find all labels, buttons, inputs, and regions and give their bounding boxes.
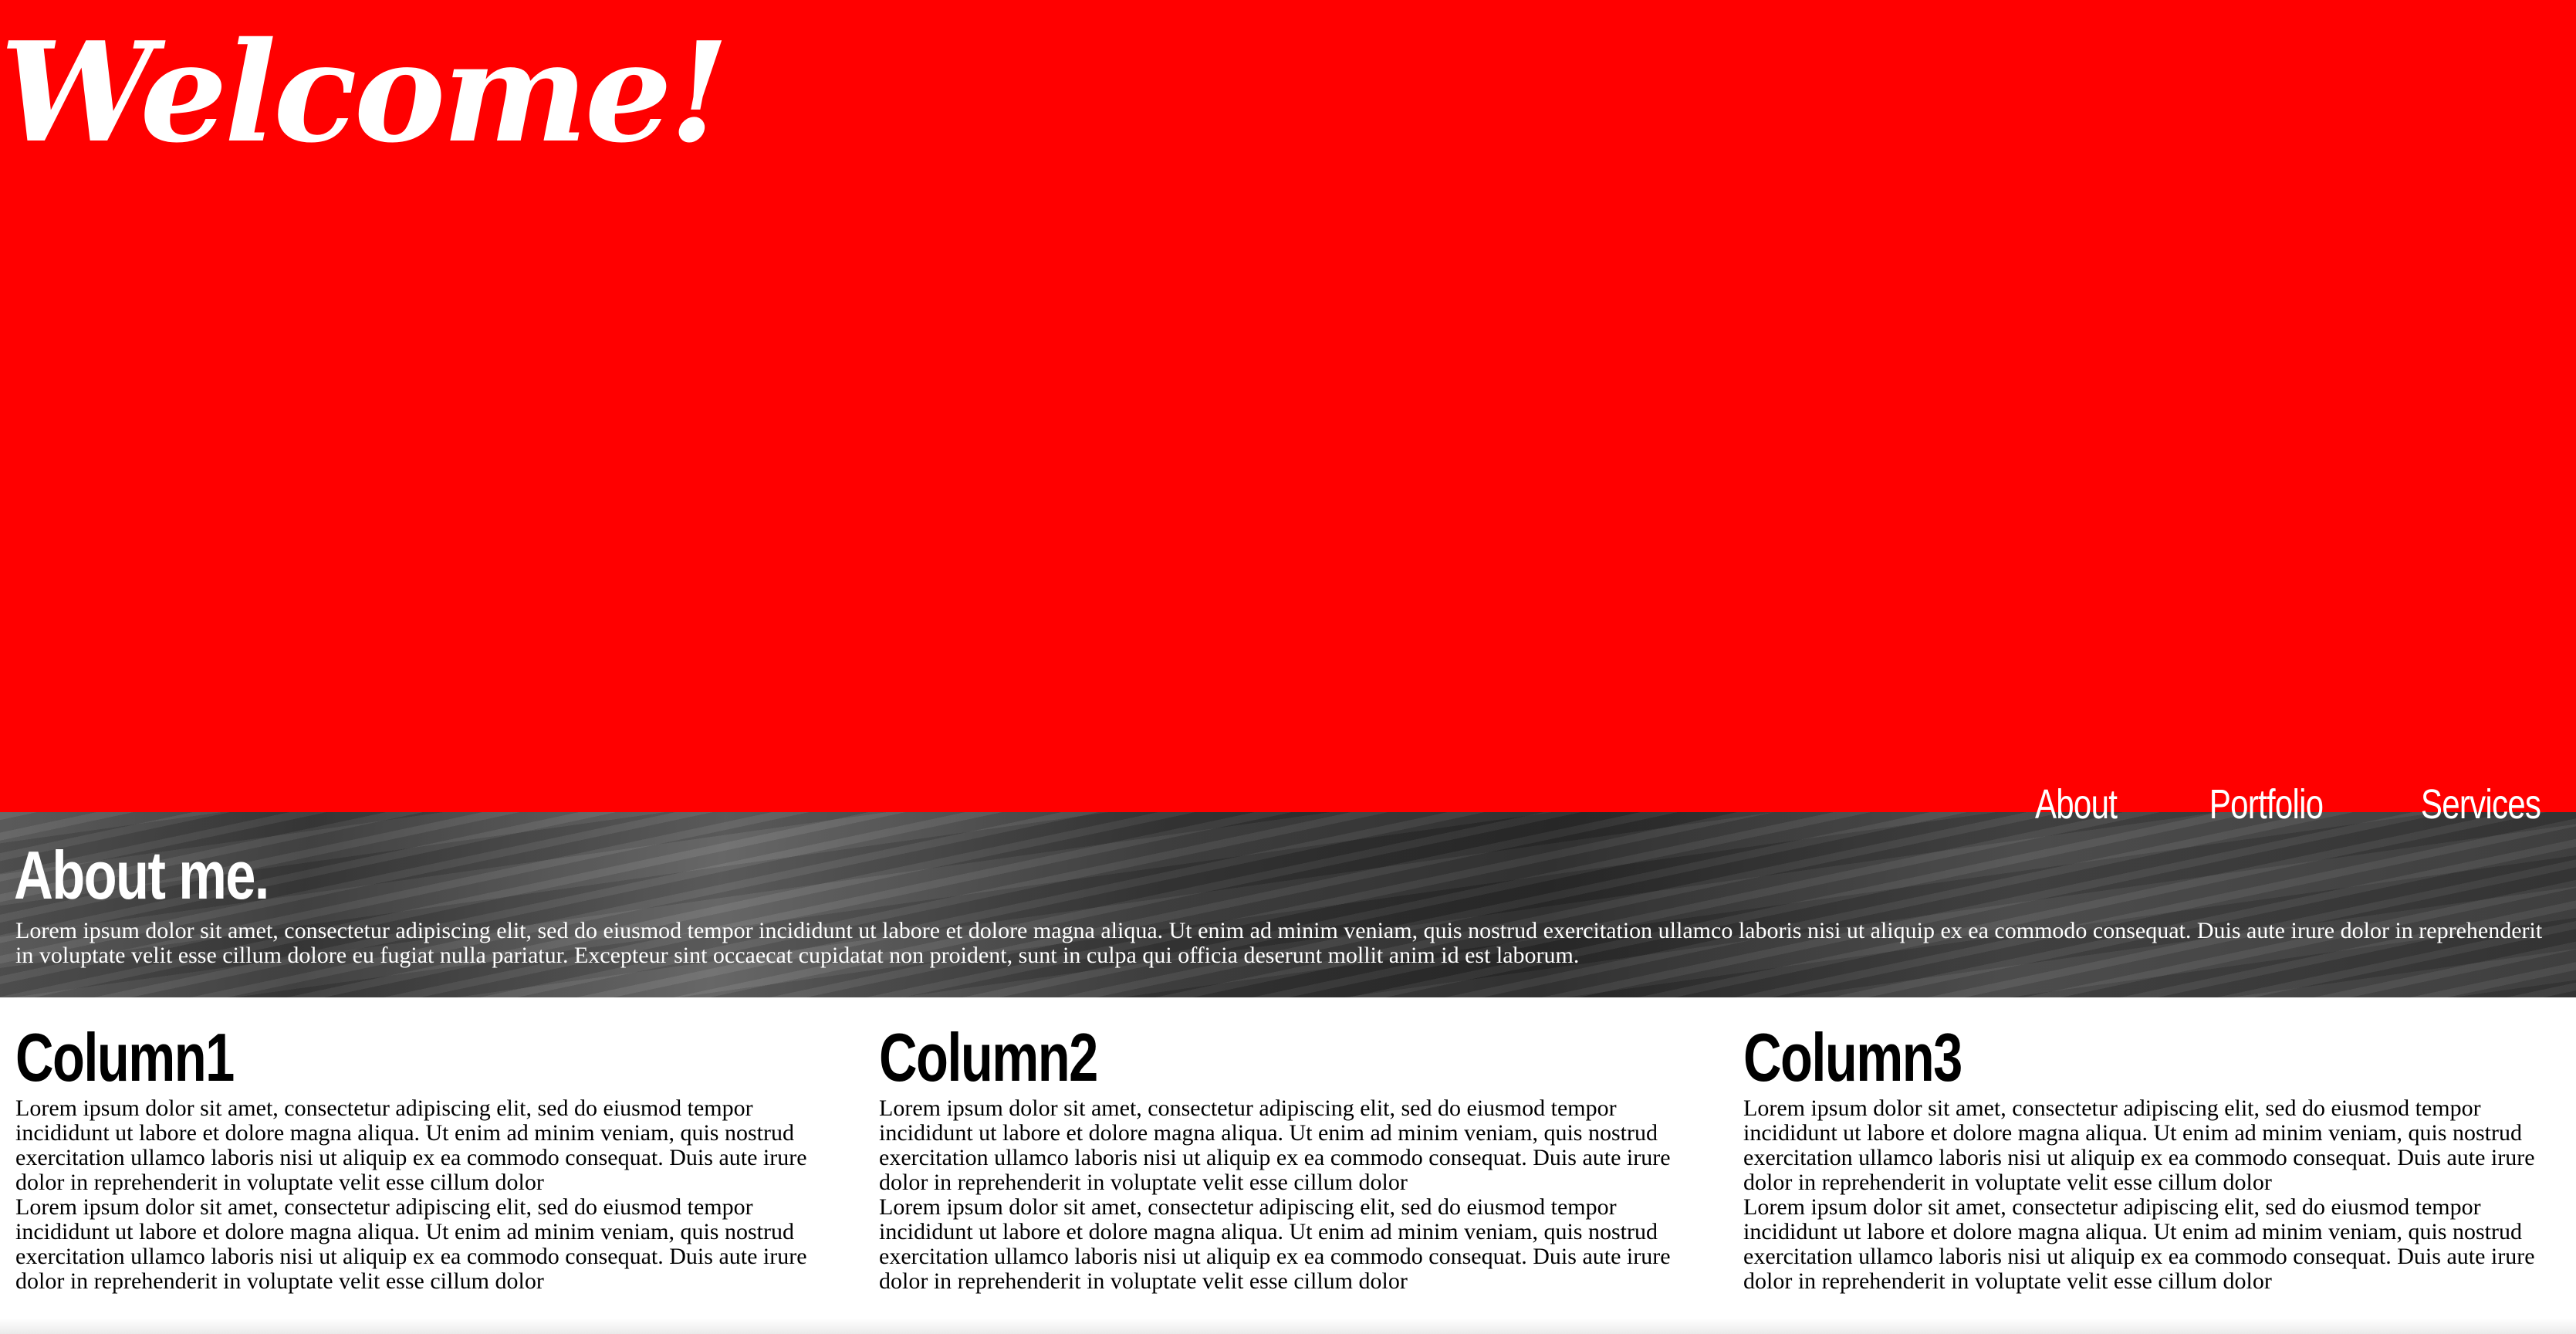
about-text: Lorem ipsum dolor sit amet, consectetur … — [15, 918, 2543, 968]
column-title: Column1 — [15, 1019, 235, 1095]
hero-banner: Welcome! — [0, 0, 2576, 812]
column-title: Column2 — [879, 1019, 1098, 1095]
columns-section: Column1 Lorem ipsum dolor sit amet, cons… — [0, 997, 2576, 1334]
column-2: Column2 Lorem ipsum dolor sit amet, cons… — [879, 1019, 1691, 1294]
bottom-edge-shadow — [0, 1319, 2576, 1334]
about-section: About me. Lorem ipsum dolor sit amet, co… — [0, 812, 2576, 997]
column-paragraph: Lorem ipsum dolor sit amet, consectetur … — [1743, 1095, 2535, 1195]
column-3: Column3 Lorem ipsum dolor sit amet, cons… — [1743, 1019, 2555, 1294]
column-paragraph: Lorem ipsum dolor sit amet, consectetur … — [1743, 1194, 2535, 1294]
main-nav: About Portfolio Services — [2023, 772, 2557, 837]
about-heading: About me. — [14, 837, 269, 913]
column-paragraph: Lorem ipsum dolor sit amet, consectetur … — [15, 1095, 807, 1195]
page: Welcome! About Portfolio Services About … — [0, 0, 2576, 1334]
column-paragraph: Lorem ipsum dolor sit amet, consectetur … — [879, 1194, 1671, 1294]
column-paragraph: Lorem ipsum dolor sit amet, consectetur … — [15, 1194, 807, 1294]
nav-link-portfolio[interactable]: Portfolio — [2209, 772, 2324, 837]
column-1: Column1 Lorem ipsum dolor sit amet, cons… — [15, 1019, 827, 1294]
column-paragraph: Lorem ipsum dolor sit amet, consectetur … — [879, 1095, 1671, 1195]
nav-link-about[interactable]: About — [2035, 772, 2118, 837]
hero-title: Welcome! — [0, 12, 729, 173]
nav-link-services[interactable]: Services — [2421, 772, 2541, 837]
column-title: Column3 — [1743, 1019, 1962, 1095]
